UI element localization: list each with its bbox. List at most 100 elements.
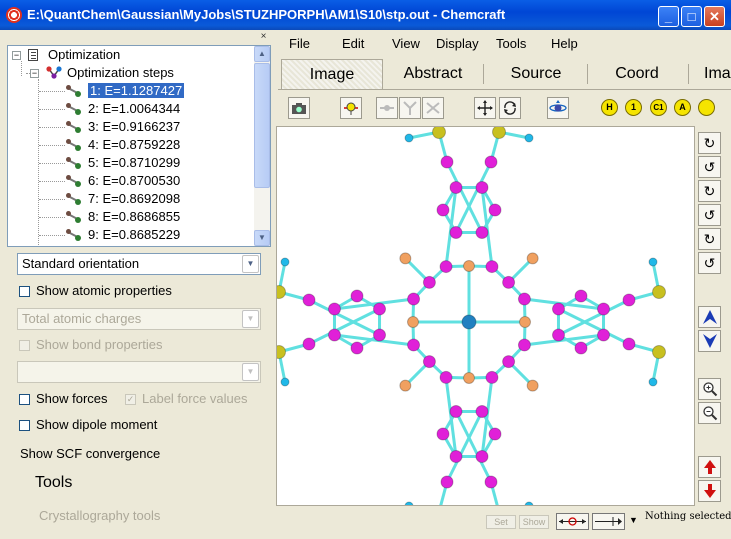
- chevron-down-icon[interactable]: ▼: [242, 255, 259, 273]
- atomic-charges-select: Total atomic charges ▼: [17, 308, 261, 330]
- show-hydrogens-icon[interactable]: H: [601, 99, 618, 116]
- rotate-counterclockwise-icon[interactable]: ↺: [698, 156, 721, 178]
- add-atom-icon[interactable]: [376, 97, 398, 119]
- atom-c: [436, 427, 450, 441]
- menu-help[interactable]: Help: [551, 35, 578, 53]
- tab-image-2[interactable]: Ima: [695, 59, 731, 89]
- checkbox-box[interactable]: [19, 286, 30, 297]
- atom-c: [517, 292, 531, 306]
- atom-c: [488, 203, 502, 217]
- delete-atom-icon[interactable]: [422, 97, 444, 119]
- tree-step-row[interactable]: 8: E=0.8686855: [88, 208, 180, 226]
- checkbox-box[interactable]: [19, 420, 30, 431]
- arrow-up-icon[interactable]: [698, 456, 721, 478]
- rotate-y-back-icon[interactable]: ↺: [698, 252, 721, 274]
- tree-step-row[interactable]: 2: E=1.0064344: [88, 100, 180, 118]
- tree-scrollbar[interactable]: ▲ ▼: [254, 46, 270, 246]
- app-icon[interactable]: [6, 7, 22, 23]
- move-up-icon[interactable]: [698, 306, 721, 328]
- collapse-root-icon[interactable]: −: [12, 51, 21, 60]
- atom-h: [280, 377, 290, 387]
- tree-step-1[interactable]: 1: E=1.1287427: [86, 82, 186, 99]
- move-icon[interactable]: [474, 97, 496, 119]
- tree-step-row[interactable]: 6: E=0.8700530: [88, 172, 180, 190]
- tools-heading[interactable]: Tools: [35, 474, 72, 492]
- atom-n: [519, 316, 531, 328]
- atom-n: [399, 252, 412, 265]
- chevron-down-icon: ▼: [242, 363, 259, 381]
- atom-metal: [461, 314, 477, 330]
- atom-c: [422, 275, 436, 289]
- tree-step-7[interactable]: 7: E=0.8692098: [88, 191, 180, 206]
- tree-step-row[interactable]: 1: E=1.1287427: [86, 82, 186, 100]
- move-down-icon[interactable]: [698, 330, 721, 352]
- status-dropdown-icon[interactable]: ▼: [629, 515, 638, 525]
- rotate-clockwise-icon[interactable]: ↻: [698, 132, 721, 154]
- panel-close-icon[interactable]: ×: [258, 32, 269, 43]
- tree-step-row[interactable]: 4: E=0.8759228: [88, 136, 180, 154]
- tree-step-5[interactable]: 5: E=0.8710299: [88, 155, 180, 170]
- optimization-tree[interactable]: − Optimization − Optimization steps 1: E…: [7, 45, 271, 247]
- tree-step-row[interactable]: 7: E=0.8692098: [88, 190, 180, 208]
- collapse-steps-icon[interactable]: −: [30, 69, 39, 78]
- orientation-select[interactable]: Standard orientation ▼: [17, 253, 261, 275]
- tree-step-row[interactable]: 3: E=0.9166237: [88, 118, 180, 136]
- tree-step-2[interactable]: 2: E=1.0064344: [88, 101, 180, 116]
- atom-h: [404, 133, 414, 143]
- menu-file[interactable]: File: [289, 35, 310, 53]
- arrow-down-icon[interactable]: [698, 480, 721, 502]
- menu-edit[interactable]: Edit: [342, 35, 364, 53]
- zoom-in-icon[interactable]: [698, 378, 721, 400]
- molecule-edit-icon[interactable]: [340, 97, 362, 119]
- label-numbers-icon[interactable]: 1: [625, 99, 642, 116]
- molecule-structure[interactable]: [272, 125, 694, 519]
- zoom-out-icon[interactable]: [698, 402, 721, 424]
- atom-s: [272, 285, 286, 299]
- title-bar[interactable]: E:\QuantChem\Gaussian\MyJobs\STUZHPORPH\…: [0, 0, 731, 30]
- minimize-button[interactable]: _: [658, 6, 679, 27]
- tree-root-optimization[interactable]: Optimization: [48, 46, 120, 64]
- step-geometry-icon: [66, 139, 82, 151]
- orbit-rotate-icon[interactable]: [547, 97, 569, 119]
- menu-view[interactable]: View: [392, 35, 420, 53]
- tree-step-3[interactable]: 3: E=0.9166237: [88, 119, 180, 134]
- tab-image[interactable]: Image: [281, 59, 383, 89]
- tree-step-row[interactable]: 9: E=0.8685229: [88, 226, 180, 244]
- tree-step-9[interactable]: 9: E=0.8685229: [88, 227, 180, 242]
- rotate-y-forward-icon[interactable]: ↻: [698, 228, 721, 250]
- checkbox-box[interactable]: [19, 394, 30, 405]
- bond-tool-icon[interactable]: [399, 97, 421, 119]
- menu-tools[interactable]: Tools: [496, 35, 526, 53]
- tree-step-row[interactable]: 5: E=0.8710299: [88, 154, 180, 172]
- bond-length-tool-icon[interactable]: [556, 513, 589, 530]
- molecule-viewport[interactable]: [272, 125, 695, 519]
- close-button[interactable]: ✕: [704, 6, 725, 27]
- atom-n: [526, 379, 539, 392]
- atom-h: [404, 501, 414, 511]
- atom-c: [439, 260, 453, 274]
- label-symbols-icon[interactable]: C1: [650, 99, 667, 116]
- angle-tool-icon[interactable]: [592, 513, 625, 530]
- tree-step-6[interactable]: 6: E=0.8700530: [88, 173, 180, 188]
- rotate-icon[interactable]: [499, 97, 521, 119]
- camera-icon[interactable]: [288, 97, 310, 119]
- atom-c: [622, 293, 636, 307]
- scroll-up-icon[interactable]: ▲: [254, 46, 270, 62]
- scroll-down-icon[interactable]: ▼: [254, 230, 270, 246]
- atom-color-icon[interactable]: [698, 99, 715, 116]
- menu-display[interactable]: Display: [436, 35, 479, 53]
- tree-step-8[interactable]: 8: E=0.8686855: [88, 209, 180, 224]
- tree-optimization-steps[interactable]: Optimization steps: [67, 64, 174, 82]
- atom-n: [463, 372, 475, 384]
- step-geometry-icon: [66, 103, 82, 115]
- rotate-x-back-icon[interactable]: ↺: [698, 204, 721, 226]
- maximize-button[interactable]: □: [681, 6, 702, 27]
- rotate-x-forward-icon[interactable]: ↻: [698, 180, 721, 202]
- label-atoms-icon[interactable]: A: [674, 99, 691, 116]
- tab-source[interactable]: Source: [490, 59, 582, 89]
- scroll-thumb[interactable]: [254, 63, 270, 188]
- tab-abstract[interactable]: Abstract: [388, 59, 478, 89]
- tab-coord[interactable]: Coord: [594, 59, 680, 89]
- show-scf-convergence-link[interactable]: Show SCF convergence: [20, 446, 160, 461]
- tree-step-4[interactable]: 4: E=0.8759228: [88, 137, 180, 152]
